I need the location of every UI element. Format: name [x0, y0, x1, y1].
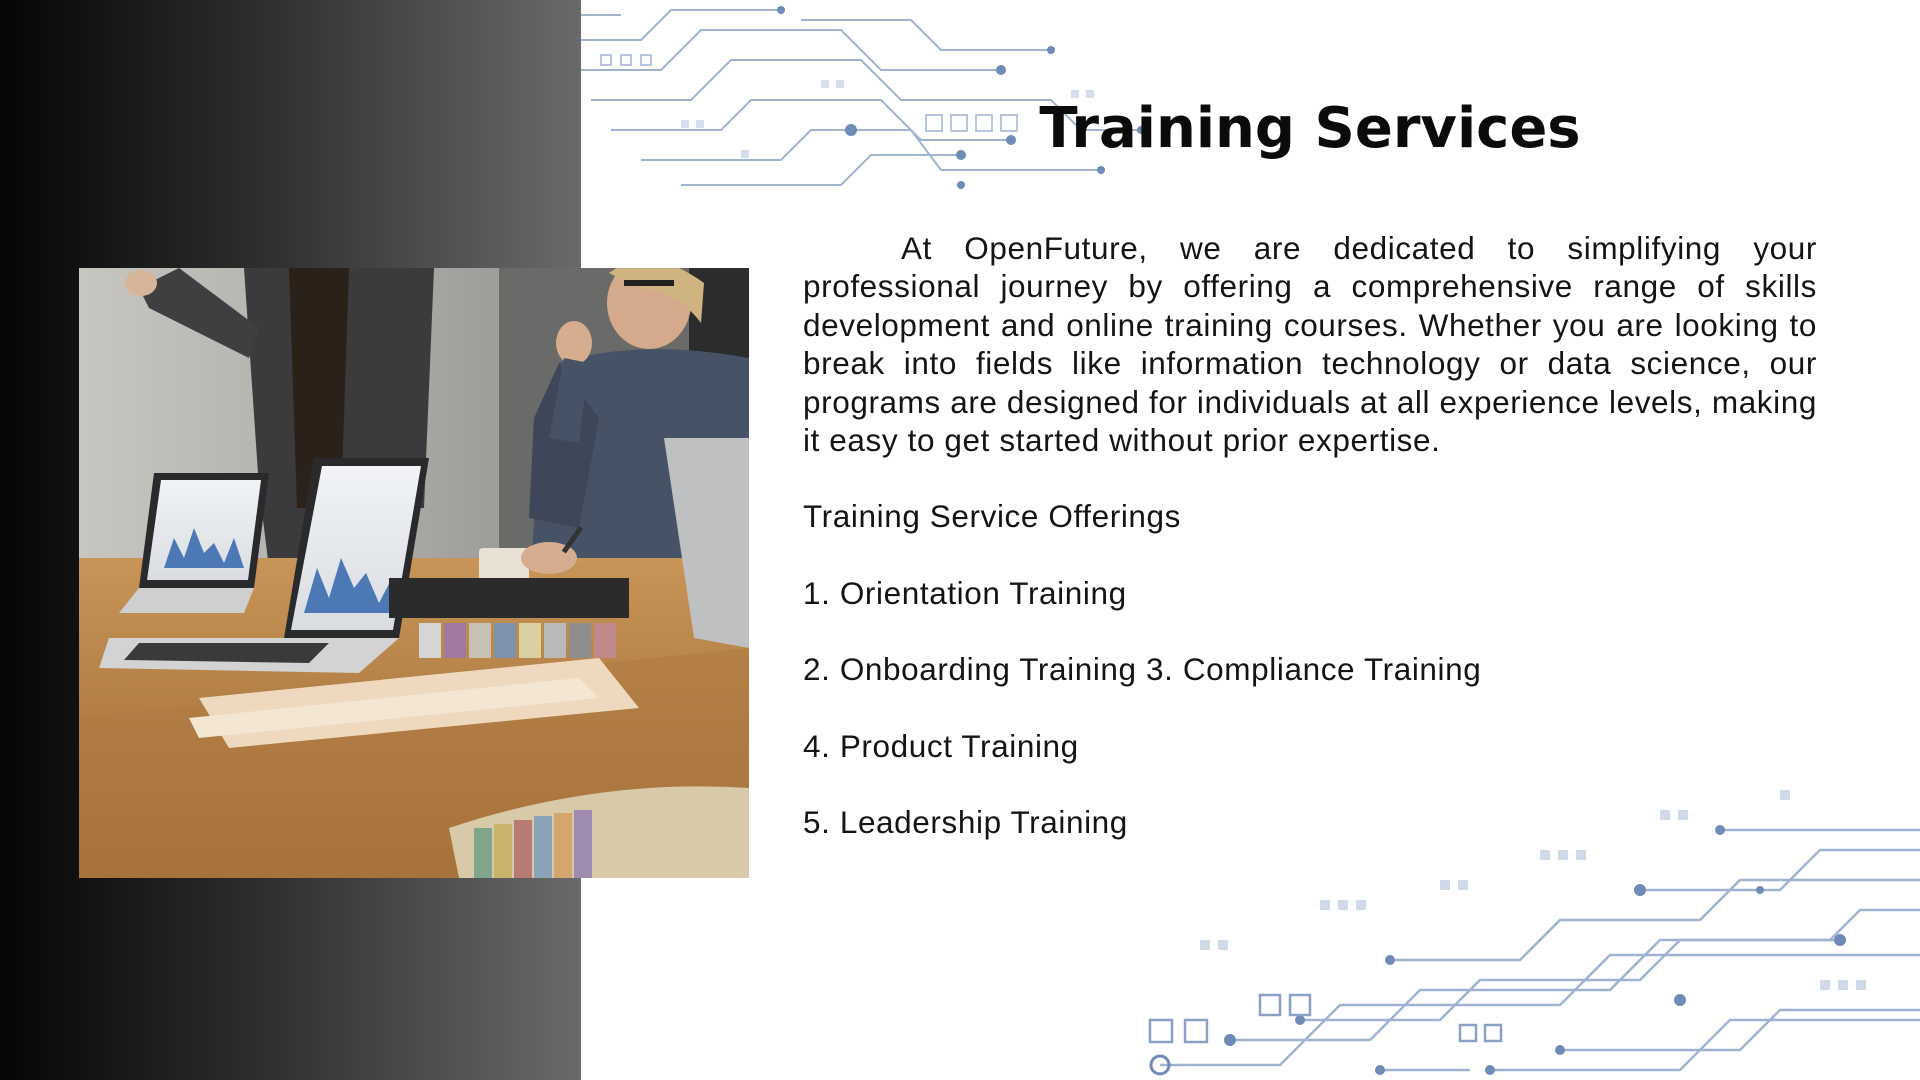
offering-item: 2. Onboarding Training 3. Compliance Tra…	[803, 651, 1482, 688]
slide: Training Services At OpenFuture, we are …	[0, 0, 1920, 1080]
intro-paragraph: At OpenFuture, we are dedicated to simpl…	[803, 230, 1817, 459]
content-block: At OpenFuture, we are dedicated to simpl…	[803, 229, 1817, 841]
offerings-heading: Training Service Offerings	[803, 498, 1182, 535]
meeting-photo	[79, 268, 749, 878]
offering-item: 4. Product Training	[803, 727, 1079, 764]
offering-item: 5. Leadership Training	[803, 804, 1128, 841]
offering-item: 1. Orientation Training	[803, 574, 1127, 611]
slide-title: Training Services	[1039, 96, 1581, 161]
offerings-list: 1. Orientation Training 2. Onboarding Tr…	[803, 574, 1817, 842]
